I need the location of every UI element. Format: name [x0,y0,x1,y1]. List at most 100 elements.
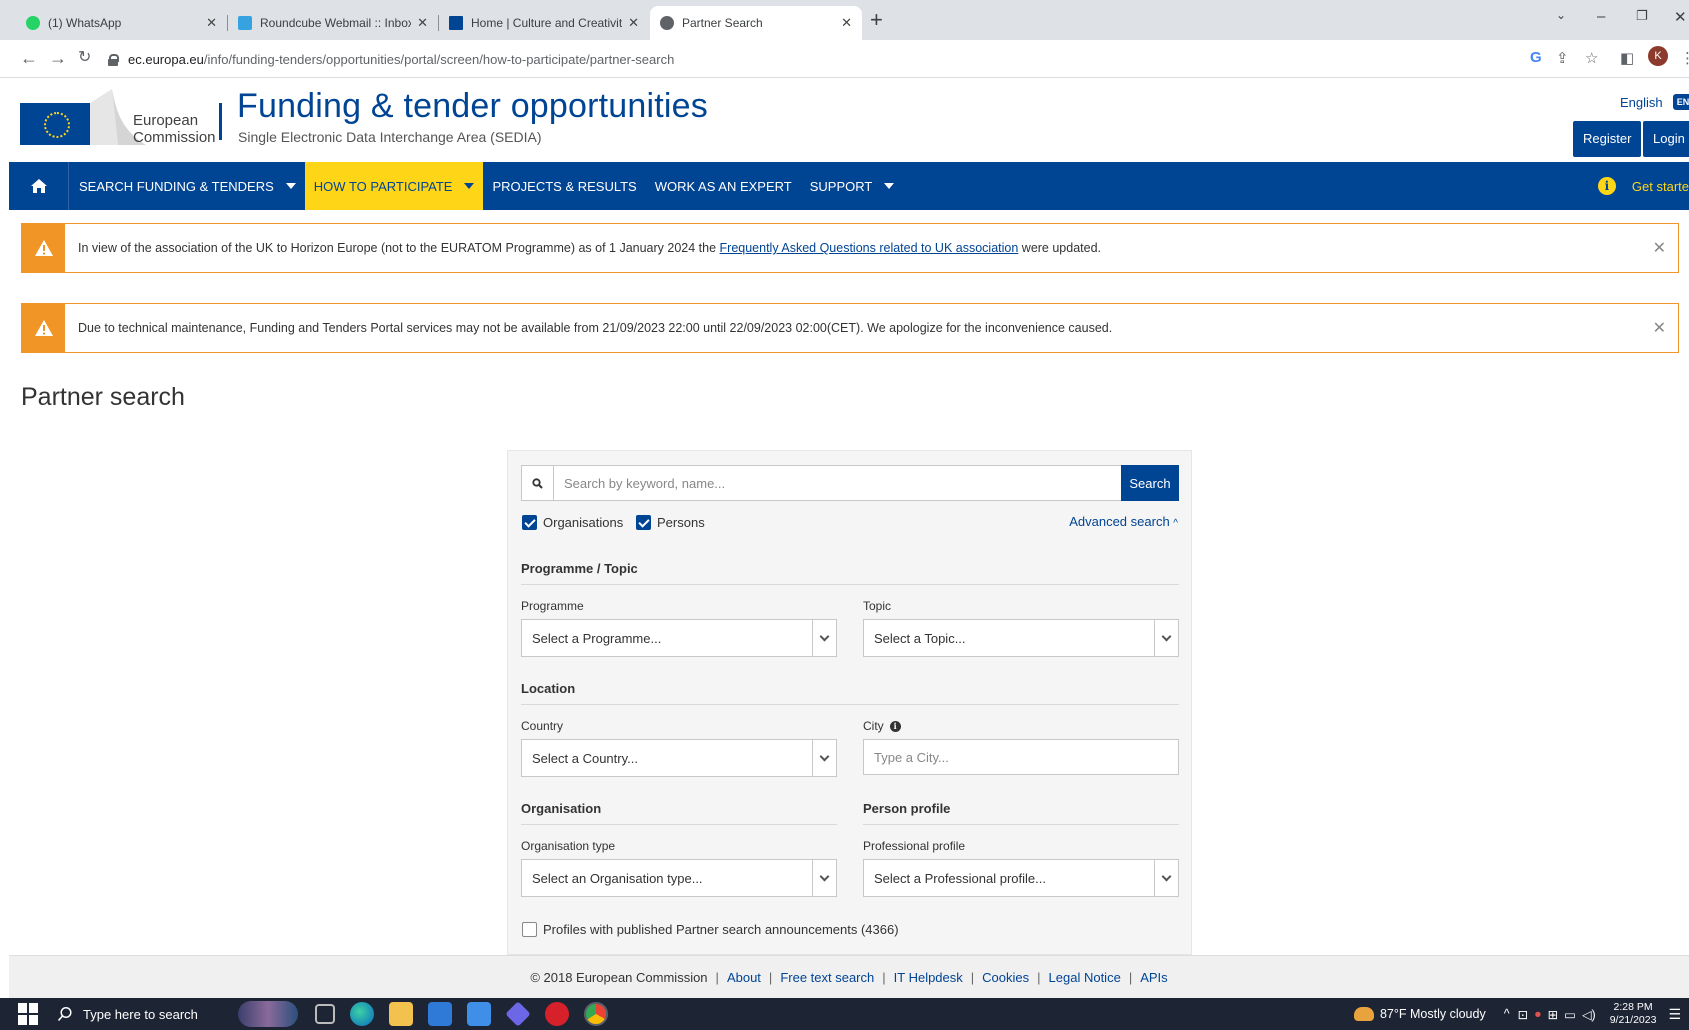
new-tab-button[interactable]: + [870,8,883,32]
register-button[interactable]: Register [1573,121,1642,157]
advanced-search-toggle[interactable]: Advanced search ^ [1069,514,1178,529]
mail-icon[interactable] [467,1002,491,1026]
chevron-down-icon [812,620,836,656]
language-code-badge[interactable]: EN [1673,94,1689,110]
windows-taskbar: Type here to search 87°F Mostly cloudy ^… [0,998,1689,1030]
search-button[interactable]: Search [1121,465,1179,501]
taskbar-search-placeholder: Type here to search [83,1006,198,1022]
browser-tab-whatsapp[interactable]: (1) WhatsApp ✕ [16,6,228,40]
avatar[interactable]: K [1648,46,1668,66]
site-title[interactable]: Funding & tender opportunities [237,87,708,126]
organisation-type-select[interactable]: Select an Organisation type... [521,859,837,897]
close-icon[interactable]: ✕ [841,15,852,31]
close-icon[interactable]: ✕ [628,15,639,31]
announcements-checkbox[interactable] [522,922,537,938]
country-select[interactable]: Select a Country... [521,739,837,777]
language-selector[interactable]: English [1620,95,1663,110]
persons-checkbox-row[interactable]: Persons [636,514,705,531]
footer-about-link[interactable]: About [727,970,761,985]
home-button[interactable] [9,162,69,210]
close-icon[interactable]: ✕ [1653,238,1666,258]
organisations-label: Organisations [543,515,624,531]
google-icon[interactable]: G [1530,49,1542,66]
footer-cookies-link[interactable]: Cookies [982,970,1029,985]
footer-legal-notice-link[interactable]: Legal Notice [1049,970,1121,985]
footer-free-text-search-link[interactable]: Free text search [780,970,874,985]
nav-label: PROJECTS & RESULTS [492,178,637,194]
nav-support[interactable]: SUPPORT [801,162,904,210]
organisations-checkbox-row[interactable]: Organisations [522,514,624,531]
close-icon[interactable]: ✕ [417,15,428,31]
close-icon[interactable]: ✕ [1653,318,1666,338]
network-icon[interactable]: ▭ [1564,1007,1576,1022]
get-started-link[interactable]: i Get starte [1597,162,1689,210]
microsoft-store-icon[interactable] [428,1002,452,1026]
footer-apis-link[interactable]: APIs [1140,970,1167,985]
chevron-up-icon[interactable]: ^ [1504,1007,1510,1021]
search-input[interactable] [554,466,1121,500]
browser-tab-roundcube[interactable]: Roundcube Webmail :: Inbox ✕ [228,6,439,40]
nav-work-as-expert[interactable]: WORK AS AN EXPERT [646,162,801,210]
app-icon[interactable] [505,1001,531,1027]
info-icon[interactable]: i [889,721,901,733]
url-field[interactable]: ec.europa.eu/info/funding-tenders/opport… [108,46,1520,72]
alert-text-before: In view of the association of the UK to … [78,241,720,255]
announcements-checkbox-row[interactable]: Profiles with published Partner search a… [522,921,899,938]
edge-icon[interactable] [350,1002,374,1026]
professional-profile-select[interactable]: Select a Professional profile... [863,859,1179,897]
task-view-icon[interactable] [315,1004,335,1024]
tab-title: (1) WhatsApp [48,16,122,30]
chrome-icon[interactable] [584,1002,608,1026]
url-path: /info/funding-tenders/opportunities/port… [203,51,675,67]
persons-checkbox[interactable] [636,515,651,531]
browser-tab-partner-search[interactable]: Partner Search ✕ [650,6,862,40]
login-button[interactable]: Login [1643,121,1689,157]
window-close-icon[interactable]: ✕ [1674,8,1687,26]
taskbar-clock[interactable]: 2:28 PM 9/21/2023 [1610,1001,1657,1027]
clock-date: 9/21/2023 [1609,1014,1657,1026]
nav-how-to-participate[interactable]: HOW TO PARTICIPATE [304,162,484,210]
professional-profile-value: Select a Professional profile... [874,870,1046,886]
lock-icon [108,53,119,66]
organisation-type-value: Select an Organisation type... [532,870,703,886]
notifications-icon[interactable]: ☰ [1668,1006,1681,1023]
tray-app-icon[interactable]: ⊞ [1548,1007,1558,1022]
forward-icon[interactable]: → [49,47,67,69]
browser-tab-strip: (1) WhatsApp ✕ Roundcube Webmail :: Inbo… [0,0,1689,40]
browser-tab-culture[interactable]: Home | Culture and Creativity ✕ [439,6,649,40]
tray-app-icon[interactable]: ⊡ [1518,1007,1528,1022]
programme-select[interactable]: Select a Programme... [521,619,837,657]
side-panel-icon[interactable]: ◧ [1620,49,1634,67]
warning-icon [34,320,53,336]
taskbar-pinned-apps [315,1001,608,1027]
share-icon[interactable]: ⇪ [1556,49,1569,67]
nav-search-funding[interactable]: SEARCH FUNDING & TENDERS [69,162,305,210]
reload-icon[interactable]: ↻ [78,47,91,69]
speaker-icon[interactable]: ◁) [1582,1007,1596,1022]
taskbar-search[interactable]: Type here to search [57,998,298,1030]
uk-faq-link[interactable]: Frequently Asked Questions related to UK… [720,241,1019,255]
footer-separator: | [1128,969,1133,985]
search-icon [57,1006,72,1022]
bookmark-star-icon[interactable]: ☆ [1585,49,1598,67]
menu-icon[interactable]: ⋮ [1680,49,1689,67]
opera-icon[interactable] [545,1002,569,1026]
nav-projects-results[interactable]: PROJECTS & RESULTS [483,162,645,210]
footer-it-helpdesk-link[interactable]: IT Helpdesk [894,970,963,985]
file-explorer-icon[interactable] [389,1002,413,1026]
minimize-icon[interactable]: – [1597,8,1605,25]
tab-search-icon[interactable]: ⌄ [1556,8,1566,22]
windows-start-icon[interactable] [18,1003,40,1025]
city-input[interactable] [863,739,1179,775]
topic-select[interactable]: Select a Topic... [863,619,1179,657]
tray-app-icon[interactable]: ● [1534,1007,1542,1021]
organisations-checkbox[interactable] [522,515,537,531]
alert-text: Due to technical maintenance, Funding an… [78,321,1113,335]
chevron-down-icon [812,740,836,776]
weather-text[interactable]: 87°F Mostly cloudy [1380,1007,1486,1021]
back-icon[interactable]: ← [20,47,38,69]
close-icon[interactable]: ✕ [206,15,217,31]
announcements-label: Profiles with published Partner search a… [543,922,899,938]
restore-icon[interactable]: ❐ [1636,8,1648,24]
topic-label: Topic [863,599,892,613]
